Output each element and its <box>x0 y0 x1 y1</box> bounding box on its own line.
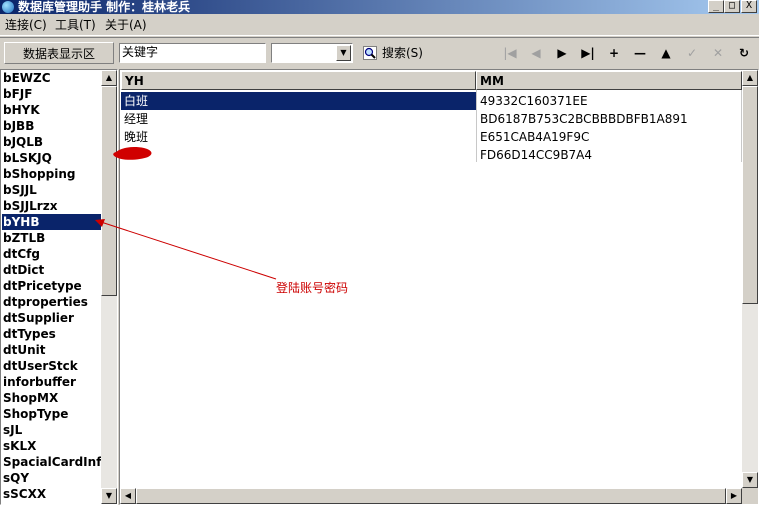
list-item[interactable]: bSJJLrzx <box>2 198 101 214</box>
list-item[interactable]: bFJF <box>2 86 101 102</box>
first-record-button[interactable]: |◀ <box>500 44 520 62</box>
next-record-button[interactable]: ▶ <box>552 44 572 62</box>
list-item[interactable]: inforbuffer <box>2 374 101 390</box>
scroll-left-icon[interactable]: ◀ <box>120 488 136 504</box>
search-button-label: 搜索(S) <box>382 46 423 60</box>
scroll-down-icon[interactable]: ▼ <box>742 472 758 488</box>
scrollbar-thumb[interactable] <box>101 86 117 296</box>
window-title: 数据库管理助手 制作：桂林老兵 <box>18 0 191 14</box>
grid-cell-mm[interactable]: BD6187B753C2BCBBBDBFB1A891 <box>477 110 742 128</box>
grid-cell-mm[interactable]: FD66D14CC9B7A4 <box>477 146 742 164</box>
list-item[interactable]: sKLX <box>2 438 101 454</box>
scroll-up-icon[interactable]: ▲ <box>742 70 758 86</box>
scrollbar-thumb[interactable] <box>742 86 758 304</box>
table-area-label: 数据表显示区 <box>4 42 114 64</box>
insert-record-button[interactable]: + <box>604 44 624 62</box>
list-item[interactable]: bEWZC <box>2 70 101 86</box>
post-record-button[interactable]: ✓ <box>682 44 702 62</box>
refresh-button[interactable]: ↻ <box>734 44 754 62</box>
column-header-mm[interactable]: MM <box>476 71 742 90</box>
scroll-down-icon[interactable]: ▼ <box>101 488 117 504</box>
maximize-button[interactable]: □ <box>724 0 740 13</box>
scroll-up-icon[interactable]: ▲ <box>101 70 117 86</box>
scrollbar-corner <box>742 488 758 504</box>
prior-record-button[interactable]: ◀ <box>526 44 546 62</box>
list-item[interactable]: ShopType <box>2 406 101 422</box>
list-item[interactable]: dtUserStck <box>2 358 101 374</box>
chevron-down-icon[interactable]: ▼ <box>336 45 351 61</box>
grid-vertical-scrollbar[interactable]: ▲ ▼ <box>742 70 758 488</box>
grid-horizontal-scrollbar[interactable]: ◀ ▶ <box>120 488 742 504</box>
list-item[interactable]: dtDict <box>2 262 101 278</box>
grid-cell-yh[interactable]: 晚班 <box>121 128 476 146</box>
list-item[interactable]: sQY <box>2 470 101 486</box>
grid-cell-yh[interactable]: 经理 <box>121 110 476 128</box>
list-item[interactable]: sSCXX <box>2 486 101 502</box>
list-item[interactable]: SpacialCardInfo <box>2 454 101 470</box>
search-button[interactable]: 搜索(S) <box>361 42 427 64</box>
minimize-button[interactable]: _ <box>708 0 724 13</box>
list-item[interactable]: bShopping <box>2 166 101 182</box>
list-item[interactable]: dtproperties <box>2 294 101 310</box>
grid-cell-mm[interactable]: E651CAB4A19F9C <box>477 128 742 146</box>
annotation-label: 登陆账号密码 <box>276 281 349 295</box>
list-item[interactable]: dtCfg <box>2 246 101 262</box>
scrollbar-thumb[interactable] <box>136 488 726 504</box>
cancel-edit-button[interactable]: ✕ <box>708 44 728 62</box>
list-item[interactable]: bSJJL <box>2 182 101 198</box>
app-window: 数据库管理助手 制作：桂林老兵 _ □ X 连接(C) 工具(T) 关于(A) … <box>0 0 759 505</box>
last-record-button[interactable]: ▶| <box>578 44 598 62</box>
list-item[interactable]: dtUnit <box>2 342 101 358</box>
grid-cell-yh[interactable]: 白班 <box>121 92 476 110</box>
delete-record-button[interactable]: — <box>630 44 650 62</box>
scroll-right-icon[interactable]: ▶ <box>726 488 742 504</box>
globe-icon <box>2 1 14 13</box>
menu-about[interactable]: 关于(A) <box>105 17 147 33</box>
grid-cell-mm[interactable]: 49332C160371EE <box>477 92 742 110</box>
toolbar: 数据表显示区 关键字 ▼ 搜索(S) |◀ ◀ ▶ ▶| + — ▲ ✓ ✕ ↻ <box>0 37 759 69</box>
list-item[interactable]: dtPricetype <box>2 278 101 294</box>
data-grid[interactable]: YH MM 白班 49332C160371EE 经理 BD6187B753C2B… <box>119 69 759 505</box>
list-item[interactable]: dtSupplier <box>2 310 101 326</box>
list-item[interactable]: bHYK <box>2 102 101 118</box>
list-item-selected[interactable]: bYHB <box>2 214 101 230</box>
table-list[interactable]: bEWZC bFJF bHYK bJBB bJQLB bLSKJQ bShopp… <box>0 69 118 505</box>
grid-cell-yh[interactable] <box>121 146 476 164</box>
list-item[interactable]: sJL <box>2 422 101 438</box>
menu-bar: 连接(C) 工具(T) 关于(A) <box>0 14 759 36</box>
menu-tools[interactable]: 工具(T) <box>55 17 96 33</box>
list-item[interactable]: bZTLB <box>2 230 101 246</box>
list-item[interactable]: ShopMX <box>2 390 101 406</box>
edit-record-button[interactable]: ▲ <box>656 44 676 62</box>
title-bar[interactable]: 数据库管理助手 制作：桂林老兵 _ □ X <box>0 0 759 14</box>
column-header-yh[interactable]: YH <box>121 71 476 90</box>
list-item[interactable]: bJBB <box>2 118 101 134</box>
field-select[interactable]: ▼ <box>271 43 353 63</box>
close-button[interactable]: X <box>741 0 757 13</box>
list-item[interactable]: dtTypes <box>2 326 101 342</box>
keyword-input[interactable]: 关键字 <box>119 43 266 63</box>
column-divider <box>476 90 477 162</box>
menu-connect[interactable]: 连接(C) <box>5 17 47 33</box>
table-list-scrollbar[interactable]: ▲ ▼ <box>101 70 117 504</box>
list-item[interactable]: bLSKJQ <box>2 150 101 166</box>
list-item[interactable]: bJQLB <box>2 134 101 150</box>
search-icon <box>363 46 377 60</box>
